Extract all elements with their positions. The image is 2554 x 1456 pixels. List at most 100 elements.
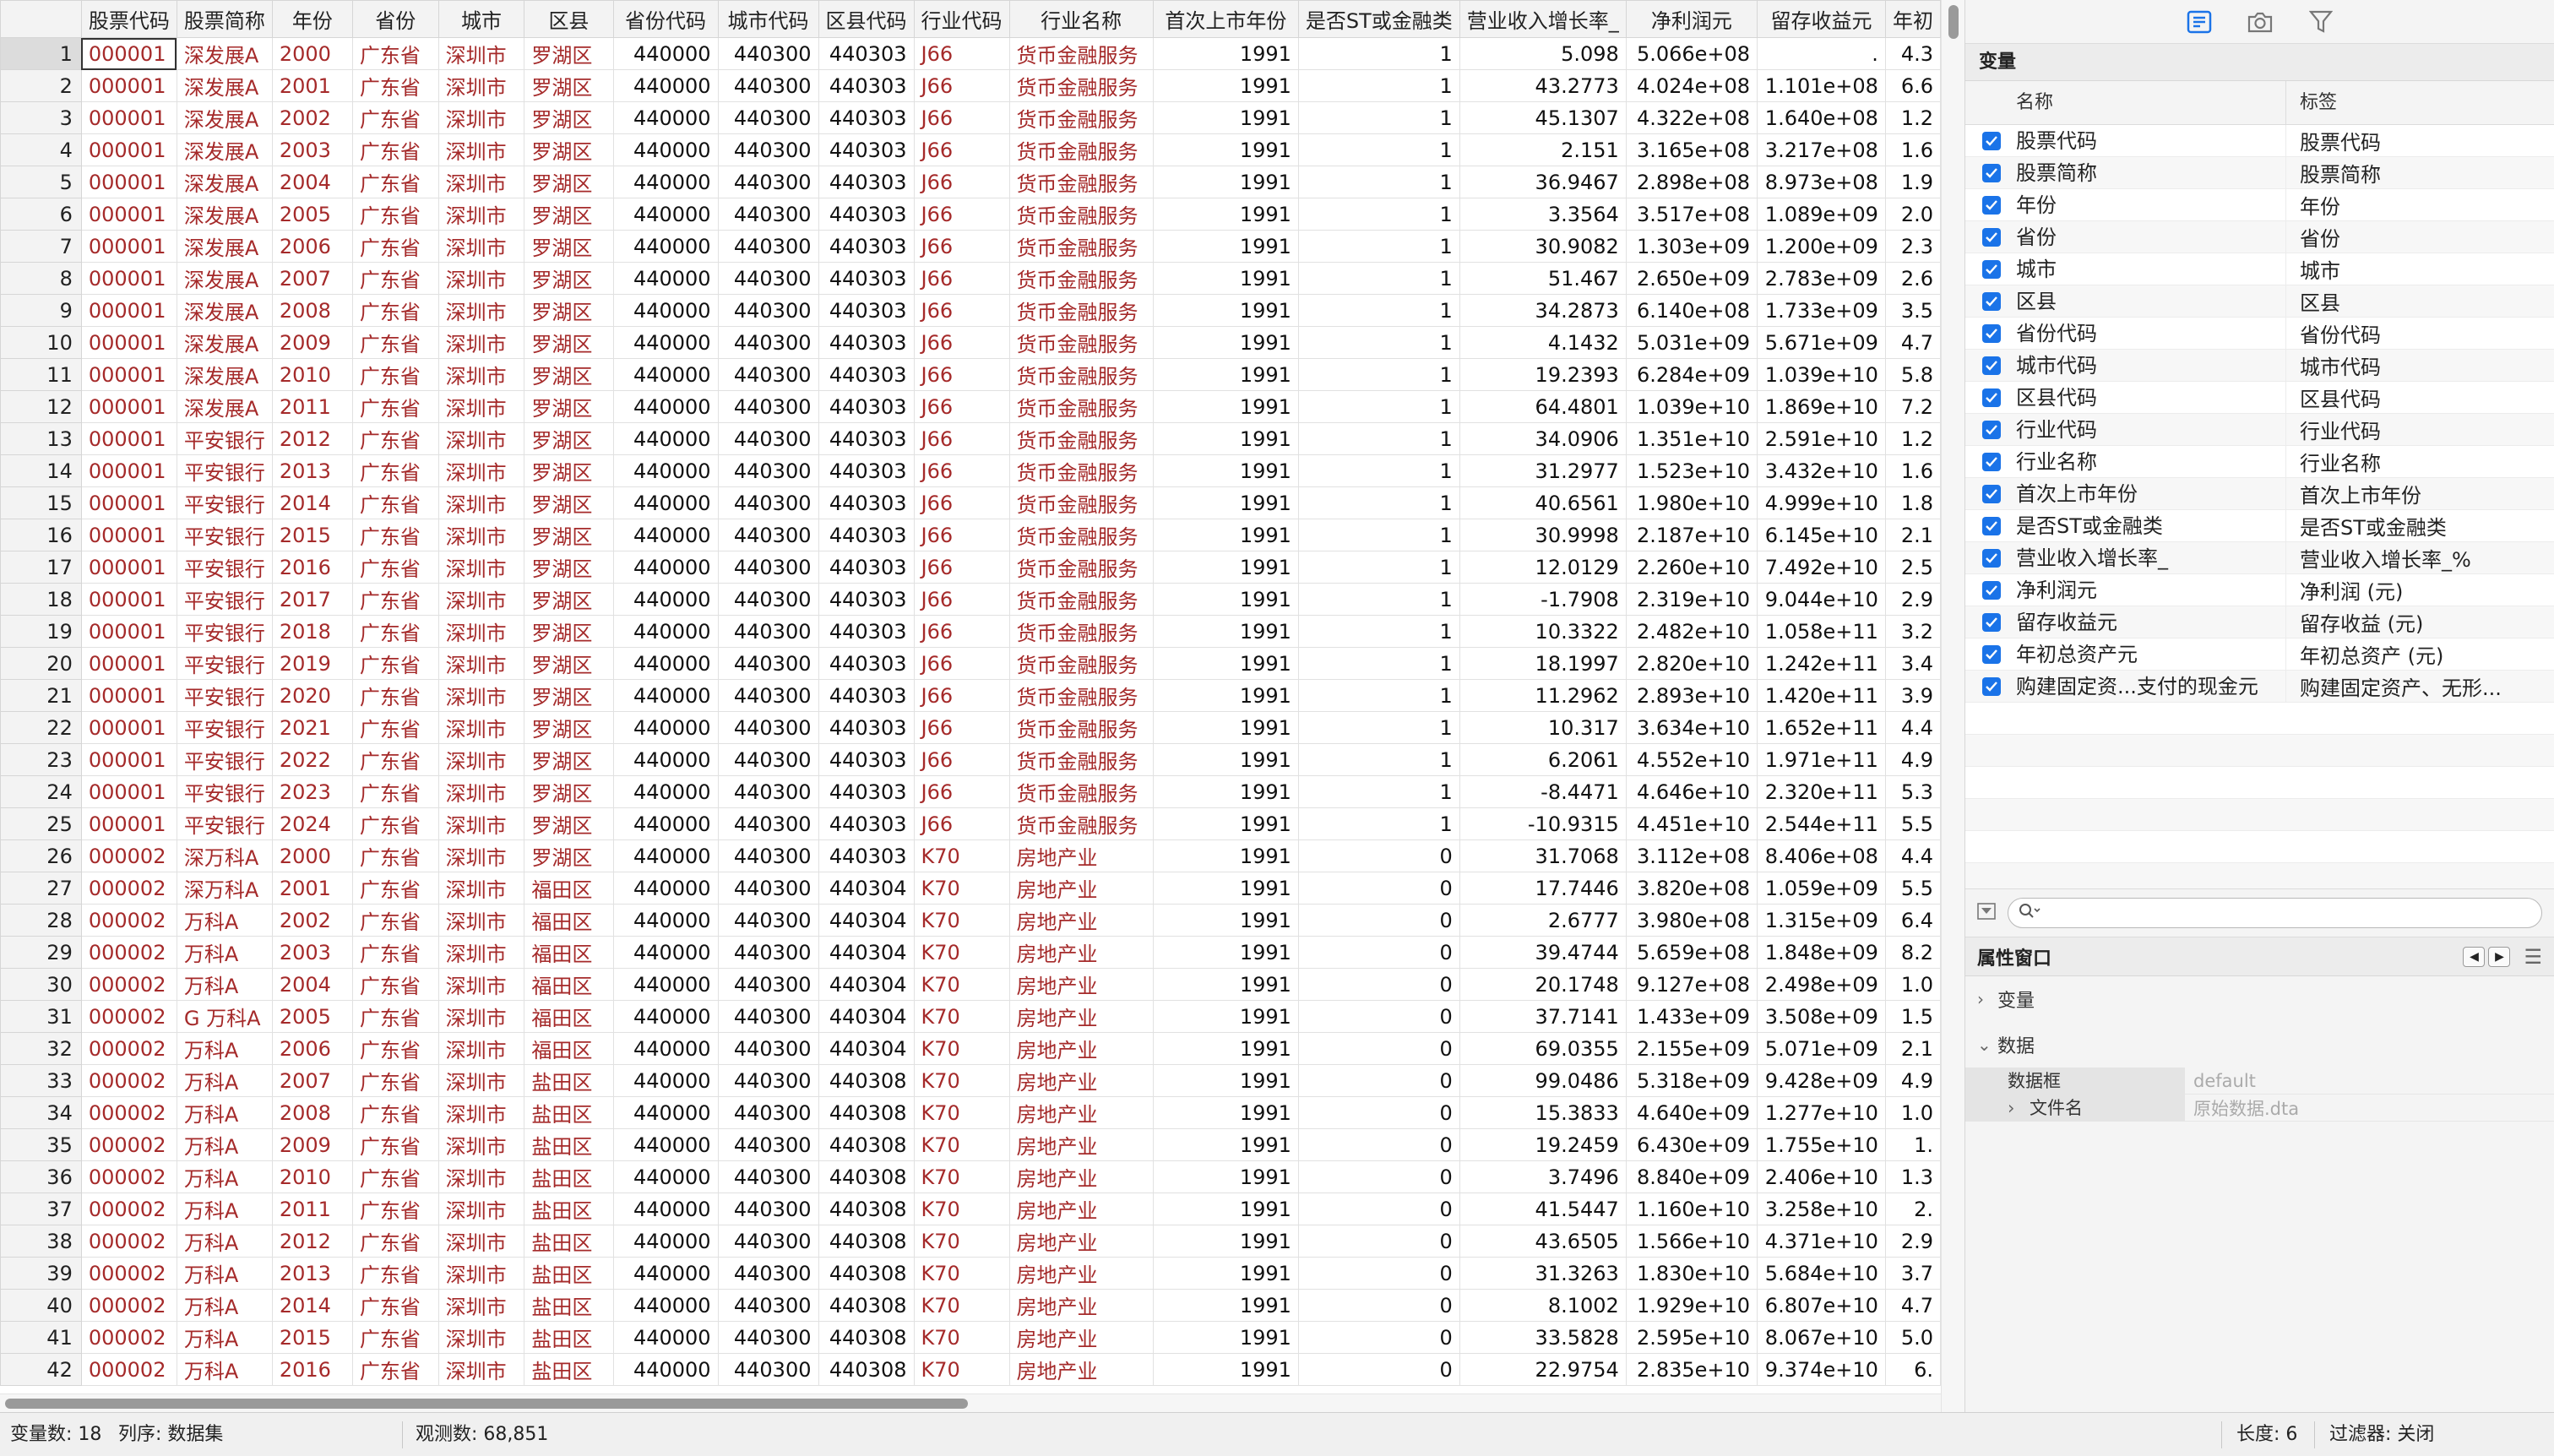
table-cell[interactable]: 货币金融服务	[1008, 807, 1154, 840]
table-cell[interactable]: 440303	[818, 615, 915, 648]
table-cell[interactable]: 440300	[717, 615, 819, 648]
table-cell[interactable]: 440000	[612, 1257, 719, 1290]
table-cell[interactable]: 8.840e+09	[1625, 1160, 1758, 1193]
table-cell[interactable]: 2010	[271, 1160, 353, 1193]
table-cell[interactable]: 440000	[612, 551, 719, 584]
table-cell[interactable]: 1991	[1152, 711, 1299, 744]
table-cell[interactable]: 广东省	[351, 872, 439, 905]
table-cell[interactable]: 440000	[612, 37, 719, 70]
table-cell[interactable]: 440304	[818, 872, 915, 905]
table-cell[interactable]: 30.9998	[1459, 519, 1627, 551]
table-row[interactable]: 39 000002 万科A 2013 广东省 深圳市 盐田区 440000 440300 4403…	[0, 1257, 1941, 1290]
table-cell[interactable]: 0	[1297, 872, 1460, 905]
checkbox[interactable]	[1982, 388, 2001, 407]
table-cell[interactable]: 440300	[717, 551, 819, 584]
table-cell[interactable]: 1991	[1152, 358, 1299, 391]
table-cell[interactable]: 2013	[271, 454, 353, 487]
table-cell[interactable]: 深圳市	[437, 69, 525, 102]
table-cell[interactable]: 5.066e+08	[1625, 37, 1758, 70]
table-cell[interactable]: 广东省	[351, 904, 439, 937]
table-cell[interactable]: 罗湖区	[524, 583, 614, 616]
table-cell[interactable]: 房地产业	[1008, 1257, 1154, 1290]
table-cell[interactable]: 房地产业	[1008, 1160, 1154, 1193]
table-cell[interactable]: 广东省	[351, 1257, 439, 1290]
vertical-scrollbar[interactable]	[1941, 0, 1964, 1412]
table-cell[interactable]: 15.3833	[1459, 1096, 1627, 1129]
table-cell[interactable]: 440000	[612, 1321, 719, 1354]
table-cell[interactable]: 5.5	[1884, 872, 1941, 905]
row-number[interactable]: 31	[0, 1000, 82, 1033]
table-cell[interactable]: 2.898e+08	[1625, 166, 1758, 198]
table-cell[interactable]: 罗湖区	[524, 679, 614, 712]
table-cell[interactable]: 盐田区	[524, 1064, 614, 1097]
row-number[interactable]: 38	[0, 1225, 82, 1258]
table-cell[interactable]: 440303	[818, 101, 915, 134]
table-cell[interactable]: 33.5828	[1459, 1321, 1627, 1354]
table-cell[interactable]: 440300	[717, 1257, 819, 1290]
table-cell[interactable]: 2.319e+10	[1625, 583, 1758, 616]
table-cell[interactable]: 2.591e+10	[1757, 422, 1886, 455]
table-cell[interactable]: 罗湖区	[524, 775, 614, 808]
table-cell[interactable]: 440300	[717, 583, 819, 616]
table-cell[interactable]: 31.3263	[1459, 1257, 1627, 1290]
table-cell[interactable]: 440300	[717, 37, 819, 70]
table-cell[interactable]: 440000	[612, 326, 719, 359]
checkbox[interactable]	[1982, 227, 2001, 247]
table-row[interactable]: 23 000001 平安银行 2022 广东省 深圳市 罗湖区 440000 440300 440…	[0, 743, 1941, 776]
table-cell[interactable]: 440300	[717, 775, 819, 808]
variable-row[interactable]: 净利润元 净利润 (元)	[1965, 573, 2554, 606]
table-cell[interactable]: 4.4	[1884, 711, 1941, 744]
table-cell[interactable]: 440303	[818, 262, 915, 295]
row-number[interactable]: 28	[0, 904, 82, 937]
table-cell[interactable]: 000002	[80, 1032, 177, 1065]
table-cell[interactable]: 万科A	[176, 1193, 273, 1225]
table-cell[interactable]: 平安银行	[176, 647, 273, 680]
table-cell[interactable]: 2020	[271, 679, 353, 712]
table-cell[interactable]: K70	[913, 1225, 1010, 1258]
row-number[interactable]: 11	[0, 358, 82, 391]
table-cell[interactable]: 2011	[271, 390, 353, 423]
column-header[interactable]: 区县	[524, 0, 614, 38]
table-cell[interactable]: K70	[913, 1321, 1010, 1354]
table-cell[interactable]: 1991	[1152, 775, 1299, 808]
table-cell[interactable]: 1991	[1152, 198, 1299, 231]
table-cell[interactable]: 440300	[717, 743, 819, 776]
table-cell[interactable]: 福田区	[524, 968, 614, 1001]
table-cell[interactable]: 房地产业	[1008, 1289, 1154, 1322]
table-row[interactable]: 15 000001 平安银行 2014 广东省 深圳市 罗湖区 440000 440300 440…	[0, 486, 1941, 519]
variable-filter-input[interactable]	[2046, 903, 2541, 923]
table-cell[interactable]: 6.6	[1884, 69, 1941, 102]
table-cell[interactable]: 深圳市	[437, 294, 525, 327]
table-cell[interactable]: 1.2	[1884, 101, 1941, 134]
column-header[interactable]: 行业名称	[1008, 0, 1154, 38]
table-cell[interactable]: 440304	[818, 904, 915, 937]
table-cell[interactable]: 1	[1297, 551, 1460, 584]
table-cell[interactable]: 1	[1297, 679, 1460, 712]
table-cell[interactable]: 000002	[80, 839, 177, 872]
table-cell[interactable]: 深万科A	[176, 839, 273, 872]
table-cell[interactable]: K70	[913, 1128, 1010, 1161]
table-cell[interactable]: 18.1997	[1459, 647, 1627, 680]
table-cell[interactable]: 2018	[271, 615, 353, 648]
table-cell[interactable]: 12.0129	[1459, 551, 1627, 584]
checkbox[interactable]	[1982, 323, 2001, 343]
table-cell[interactable]: 0	[1297, 1225, 1460, 1258]
row-number[interactable]: 3	[0, 101, 82, 134]
variable-row[interactable]: 城市 城市	[1965, 253, 2554, 285]
prev-arrow-icon[interactable]: ◀	[2463, 946, 2486, 967]
table-cell[interactable]: 2.6777	[1459, 904, 1627, 937]
table-cell[interactable]: 货币金融服务	[1008, 166, 1154, 198]
table-cell[interactable]: 000002	[80, 1289, 177, 1322]
table-cell[interactable]: 1991	[1152, 1193, 1299, 1225]
table-cell[interactable]: J66	[913, 101, 1010, 134]
variable-row[interactable]: 购建固定资...支付的现金元 购建固定资产、无形...	[1965, 670, 2554, 703]
variable-row[interactable]: 股票代码 股票代码	[1965, 125, 2554, 157]
table-cell[interactable]: K70	[913, 1096, 1010, 1129]
table-cell[interactable]: 广东省	[351, 69, 439, 102]
table-cell[interactable]: 440000	[612, 936, 719, 969]
table-row[interactable]: 27 000002 深万科A 2001 广东省 深圳市 福田区 440000 440300 440…	[0, 872, 1941, 905]
table-cell[interactable]: 440000	[612, 807, 719, 840]
table-cell[interactable]: 广东省	[351, 358, 439, 391]
table-cell[interactable]: 广东省	[351, 294, 439, 327]
table-cell[interactable]: 1991	[1152, 166, 1299, 198]
